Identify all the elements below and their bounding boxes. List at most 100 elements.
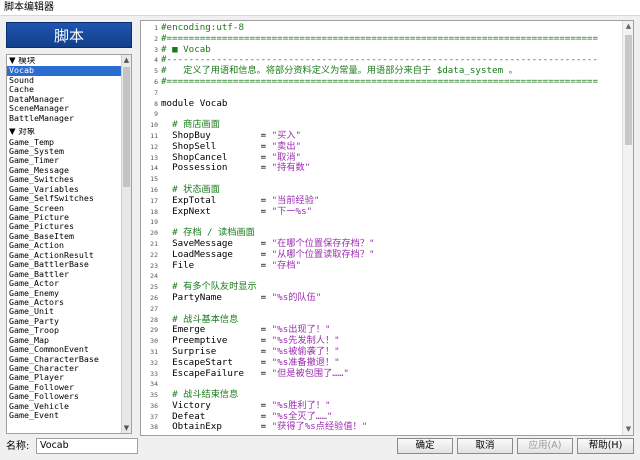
- script-list-item[interactable]: Game_Actor: [7, 279, 121, 288]
- line-number: 8: [154, 99, 158, 108]
- code-identifier: LoadMessage =: [161, 248, 272, 260]
- script-list-item[interactable]: Game_Vehicle: [7, 402, 121, 411]
- help-button[interactable]: 帮助(H): [577, 438, 634, 454]
- line-number: 6: [154, 77, 158, 86]
- script-list-item[interactable]: Game_Map: [7, 336, 121, 345]
- script-list-item[interactable]: Game_Message: [7, 166, 121, 175]
- script-list-item[interactable]: Game_Action: [7, 241, 121, 250]
- line-number: 37: [150, 412, 158, 421]
- script-list-item[interactable]: Vocab: [7, 66, 121, 76]
- script-list-item[interactable]: Game_BattlerBase: [7, 260, 121, 269]
- line-number: 16: [150, 185, 158, 194]
- code-string: "存档": [271, 259, 302, 271]
- scroll-down-icon[interactable]: ▼: [623, 424, 633, 435]
- code-identifier: EscapeFailure =: [161, 367, 272, 379]
- code-keyword: module Vocab: [161, 97, 228, 109]
- line-number: 29: [150, 326, 158, 335]
- scroll-thumb[interactable]: [625, 35, 632, 145]
- code-string: "%s的队伍": [271, 291, 322, 303]
- script-list-item[interactable]: Game_Player: [7, 373, 121, 382]
- scroll-thumb[interactable]: [123, 67, 130, 187]
- script-name-input[interactable]: Vocab: [36, 438, 138, 454]
- code-comment: # 有多个队友时显示: [161, 281, 257, 293]
- code-identifier: ShopCancel =: [161, 151, 272, 163]
- line-number: 13: [150, 153, 158, 162]
- code-string: "下一%s": [271, 205, 313, 217]
- scroll-up-icon[interactable]: ▲: [122, 55, 131, 65]
- code-identifier: ExpNext =: [161, 205, 272, 217]
- script-list-item[interactable]: Game_Temp: [7, 138, 121, 147]
- line-number: 18: [150, 207, 158, 216]
- script-list-item[interactable]: Game_Timer: [7, 156, 121, 165]
- script-list-item[interactable]: SceneManager: [7, 104, 121, 113]
- code-comment: # 商店画面: [161, 119, 220, 131]
- line-number: 25: [150, 283, 158, 292]
- script-list-item[interactable]: Game_ActionResult: [7, 251, 121, 260]
- script-list-item[interactable]: Game_SelfSwitches: [7, 194, 121, 203]
- script-list-item[interactable]: Game_Picture: [7, 213, 121, 222]
- code-line: 23 File = "存档": [141, 259, 623, 272]
- code-line: 14 Possession = "持有数": [141, 162, 623, 174]
- code-identifier: Surprise =: [161, 345, 272, 357]
- code-comment: # 战斗基本信息: [161, 313, 239, 325]
- line-number: 22: [150, 250, 158, 259]
- script-list-item[interactable]: Game_Event: [7, 411, 121, 420]
- script-list-item[interactable]: Game_Pictures: [7, 222, 121, 231]
- line-number: 3: [154, 45, 158, 54]
- list-section-header[interactable]: ▼ 对象: [7, 128, 121, 137]
- script-list-item[interactable]: Game_Battler: [7, 270, 121, 279]
- script-list-item[interactable]: Game_Troop: [7, 326, 121, 335]
- script-list-item[interactable]: Game_BaseItem: [7, 232, 121, 241]
- apply-button[interactable]: 应用(A): [517, 438, 573, 454]
- script-list-item[interactable]: BattleManager: [7, 114, 121, 123]
- code-comment: #=======================================…: [161, 32, 598, 44]
- code-comment: # ■ Vocab: [161, 43, 211, 55]
- code-line: 18 ExpNext = "下一%s": [141, 205, 623, 218]
- script-list-item[interactable]: Game_Enemy: [7, 289, 121, 298]
- line-number: 9: [154, 110, 158, 119]
- script-list-item[interactable]: Sound: [7, 76, 121, 85]
- script-list-item[interactable]: Game_Character: [7, 364, 121, 373]
- line-number: 34: [150, 380, 158, 389]
- editor-scrollbar[interactable]: ▲ ▼: [622, 21, 633, 435]
- script-list-item[interactable]: Game_Actors: [7, 298, 121, 307]
- code-identifier: Preemptive =: [161, 335, 272, 347]
- script-list-item[interactable]: Game_Screen: [7, 204, 121, 213]
- line-number: 21: [150, 239, 158, 248]
- code-string: "获得了%s点经验值！": [271, 421, 368, 433]
- script-list-scrollbar[interactable]: ▲ ▼: [121, 55, 131, 433]
- script-list-item[interactable]: Game_Followers: [7, 392, 121, 401]
- code-line: 2 #======================================…: [141, 32, 623, 45]
- script-list-item[interactable]: Game_System: [7, 147, 121, 156]
- script-list-item[interactable]: Game_Variables: [7, 185, 121, 194]
- script-list-item[interactable]: DataManager: [7, 95, 121, 104]
- script-list-item[interactable]: Game_Unit: [7, 307, 121, 316]
- code-comment: # 状态画面: [161, 183, 220, 195]
- code-text: File = "存档": [161, 259, 302, 272]
- ok-button[interactable]: 确定: [397, 438, 453, 454]
- cancel-button[interactable]: 取消: [457, 438, 513, 454]
- line-number: 38: [150, 423, 158, 432]
- line-number: 20: [150, 229, 158, 238]
- name-label: 名称:: [6, 441, 30, 452]
- line-number: 10: [150, 121, 158, 130]
- script-list-item[interactable]: Game_Switches: [7, 175, 121, 184]
- code-text: ExpNext = "下一%s": [161, 205, 313, 218]
- code-comment: #encoding:utf-8: [161, 22, 244, 33]
- code-identifier: SaveMessage =: [161, 237, 272, 249]
- script-list-item[interactable]: Game_CharacterBase: [7, 355, 121, 364]
- code-editor[interactable]: 1 #encoding:utf-8 2 #======================…: [140, 20, 634, 436]
- code-string: "从哪个位置读取存档？": [271, 248, 375, 260]
- scroll-down-icon[interactable]: ▼: [122, 423, 131, 433]
- line-number: 31: [150, 347, 158, 356]
- script-list-item[interactable]: Game_CommonEvent: [7, 345, 121, 354]
- code-line: 38 ObtainExp = "获得了%s点经验值！": [141, 422, 623, 433]
- script-list-item[interactable]: Cache: [7, 85, 121, 94]
- script-list-item[interactable]: Game_Party: [7, 317, 121, 326]
- code-text: #=======================================…: [161, 76, 598, 88]
- code-identifier: EscapeStart =: [161, 356, 272, 368]
- scroll-up-icon[interactable]: ▲: [623, 21, 633, 32]
- script-list[interactable]: ▼ 模块 Vocab Sound Cache DataManager SceneManag…: [6, 54, 132, 434]
- list-section-header[interactable]: ▼ 模块: [7, 57, 121, 66]
- script-list-item[interactable]: Game_Follower: [7, 383, 121, 392]
